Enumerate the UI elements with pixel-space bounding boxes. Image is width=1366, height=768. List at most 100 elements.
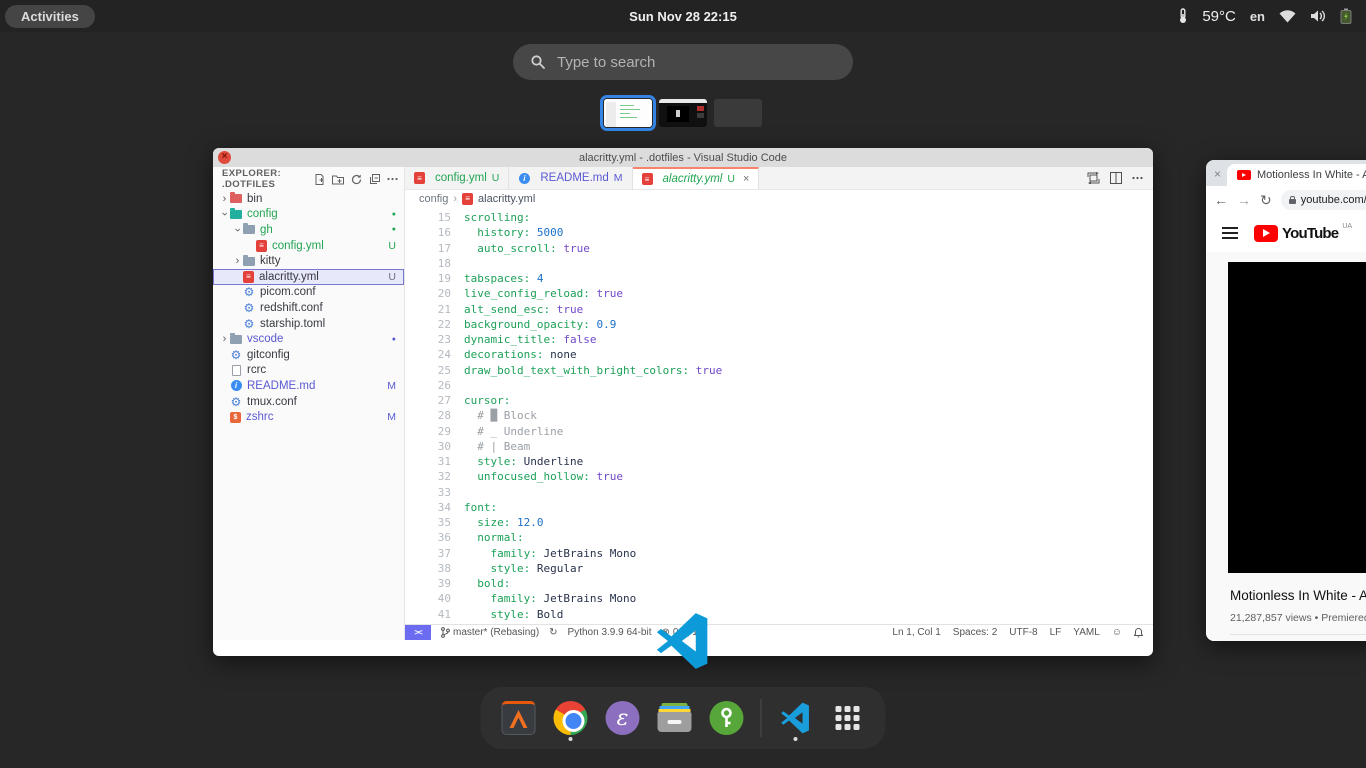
cursor-position[interactable]: Ln 1, Col 1 [892,627,940,638]
tree-item-gh[interactable]: ›gh● [213,222,404,238]
tree-item-bin[interactable]: ›bin [213,191,404,207]
tree-item-gitconfig[interactable]: ⚙gitconfig [213,347,404,363]
new-file-icon[interactable] [314,174,325,185]
dock-chrome-button[interactable] [553,697,589,739]
open-changes-icon[interactable] [1087,172,1100,184]
code-area[interactable]: 15scrolling:16 history: 500017 auto_scro… [405,207,1153,624]
reload-icon[interactable]: ↻ [1260,192,1272,209]
indentation[interactable]: Spaces: 2 [953,627,997,638]
editor-more-icon[interactable] [1132,176,1143,180]
vscode-window[interactable]: × alacritty.yml - .dotfiles - Visual Stu… [213,148,1153,656]
refresh-icon[interactable] [351,174,362,185]
line-number: 18 [405,256,451,271]
tree-item-zshrc[interactable]: $zshrcM [213,409,404,425]
tab-alacritty.yml[interactable]: ≡alacritty.ymlU× [633,167,760,189]
chrome-window[interactable]: × Motionless In White - A ← → ↻ youtube.… [1206,160,1366,641]
dock-keepass-button[interactable] [709,697,745,739]
tree-item-tmux.conf[interactable]: ⚙tmux.conf [213,394,404,410]
tree-item-config[interactable]: ›config● [213,207,404,223]
collapse-folders-icon[interactable] [369,174,380,185]
dock-files-button[interactable] [657,697,693,739]
line-number: 30 [405,439,451,454]
python-interpreter[interactable]: Python 3.9.9 64-bit [568,627,652,638]
line-number: 25 [405,363,451,378]
tree-item-alacritty.yml[interactable]: ≡alacritty.ymlU [213,269,404,285]
tab-close-icon[interactable]: × [1214,167,1221,181]
eol-sequence[interactable]: LF [1050,627,1062,638]
yaml-file-icon: ≡ [243,271,254,283]
file-label: gh [260,224,392,236]
line-number: 16 [405,225,451,240]
workspace-thumbnail-1[interactable] [604,99,652,127]
tree-item-starship.toml[interactable]: ⚙starship.toml [213,316,404,332]
feedback-icon[interactable]: ☺ [1112,627,1122,638]
search-placeholder: Type to search [557,54,655,71]
system-tray[interactable]: 59°C en [1178,8,1352,25]
code-line-39: 39 bold: [405,576,1153,591]
back-icon[interactable]: ← [1214,192,1228,208]
line-number: 21 [405,302,451,317]
git-dot-badge: ● [392,211,396,218]
tab-config.yml[interactable]: ≡config.ymlU [405,167,509,189]
info-icon: i [230,380,242,392]
code-line-30: 30 # | Beam [405,439,1153,454]
vscode-window-title: alacritty.yml - .dotfiles - Visual Studi… [579,152,787,164]
forward-icon[interactable]: → [1237,192,1251,208]
git-branch-status[interactable]: master* (Rebasing) [441,627,539,638]
address-bar[interactable]: youtube.com/wa [1281,190,1366,210]
video-player[interactable] [1228,262,1366,573]
workspace-1-vscode-preview [604,99,652,127]
tree-item-rcrc[interactable]: rcrc [213,363,404,379]
volume-icon [1310,9,1326,23]
battery-charging-icon [1340,8,1352,24]
tree-item-redshift.conf[interactable]: ⚙redshift.conf [213,300,404,316]
split-editor-icon[interactable] [1110,172,1122,184]
info-icon: i [518,172,530,184]
workspace-thumbnail-2[interactable] [659,99,707,127]
dock-emacs-button[interactable]: ε [605,697,641,739]
breadcrumb-file[interactable]: alacritty.yml [478,193,535,205]
notifications-bell-icon[interactable] [1134,628,1143,638]
tab-close-icon[interactable]: × [743,173,749,185]
sync-icon: ↻ [549,627,557,638]
tree-item-kitty[interactable]: ›kitty [213,253,404,269]
keyboard-layout[interactable]: en [1250,9,1265,24]
line-number: 15 [405,210,451,225]
tab-README.md[interactable]: iREADME.mdM [509,167,632,189]
dock-app-grid-button[interactable] [830,697,866,739]
more-actions-icon[interactable] [387,177,398,181]
language-mode[interactable]: YAML [1073,627,1100,638]
youtube-favicon [1237,170,1251,180]
tree-item-picom.conf[interactable]: ⚙picom.conf [213,285,404,301]
wifi-icon [1279,9,1296,23]
encoding[interactable]: UTF-8 [1009,627,1037,638]
code-line-35: 35 size: 12.0 [405,515,1153,530]
menu-icon[interactable] [1222,227,1238,239]
line-number: 22 [405,317,451,332]
vscode-app-icon [654,612,712,670]
dock-alacritty-button[interactable] [501,697,537,739]
chrome-active-tab[interactable]: Motionless In White - A [1227,164,1366,186]
search-bar[interactable]: Type to search [513,44,853,80]
gear-icon: ⚙ [243,286,255,298]
breadcrumb-folder[interactable]: config [419,193,448,205]
breadcrumb[interactable]: config › ≡ alacritty.yml [405,190,1153,207]
vscode-titlebar[interactable]: × alacritty.yml - .dotfiles - Visual Stu… [213,148,1153,167]
youtube-logo[interactable]: YouTube UA [1254,225,1352,242]
clock[interactable]: Sun Nov 28 22:15 [629,9,737,24]
code-line-31: 31 style: Underline [405,454,1153,469]
remote-indicator[interactable]: >< [405,625,431,640]
tree-item-vscode[interactable]: ›vscode● [213,331,404,347]
window-close-button[interactable]: × [218,151,231,164]
tree-item-README.md[interactable]: iREADME.mdM [213,378,404,394]
dock-vscode-button[interactable] [778,697,814,739]
chevron-right-icon: › [232,256,243,266]
new-folder-icon[interactable] [332,174,344,185]
activities-button[interactable]: Activities [5,5,95,28]
workspace-thumbnail-3[interactable] [714,99,762,127]
git-dot-badge: ● [392,336,396,343]
chrome-toolbar: ← → ↻ youtube.com/wa [1206,186,1366,214]
tree-item-config.yml[interactable]: ≡config.ymlU [213,238,404,254]
sync-status[interactable]: ↻ [549,627,557,638]
app-grid-icon [836,706,860,730]
